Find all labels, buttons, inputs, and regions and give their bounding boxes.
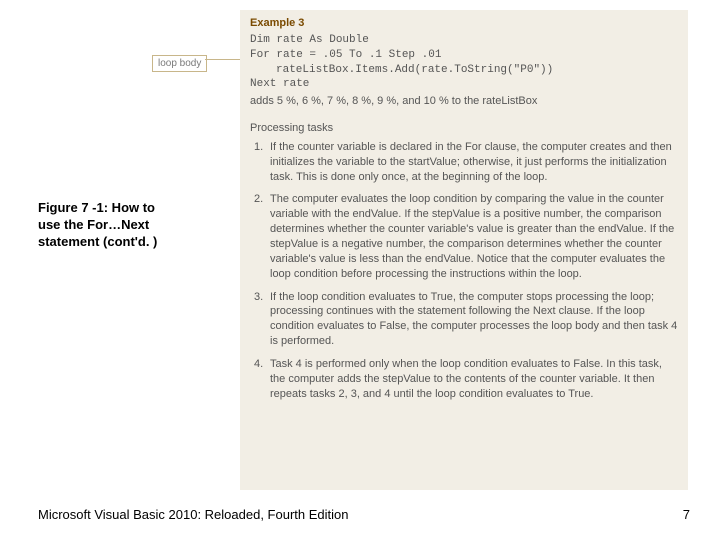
task-number: 1. — [250, 140, 270, 185]
task-row: 1. If the counter variable is declared i… — [250, 140, 678, 185]
task-number: 3. — [250, 290, 270, 349]
task-text: The computer evaluates the loop conditio… — [270, 192, 678, 281]
figure-caption: Figure 7 -1: How to use the For…Next sta… — [38, 200, 178, 251]
task-text: Task 4 is performed only when the loop c… — [270, 357, 678, 402]
processing-title: Processing tasks — [250, 121, 678, 136]
example-panel: Example 3 Dim rate As Double For rate = … — [240, 10, 688, 490]
task-row: 4. Task 4 is performed only when the loo… — [250, 357, 678, 402]
task-text: If the counter variable is declared in t… — [270, 140, 678, 185]
task-number: 4. — [250, 357, 270, 402]
code-line-1: Dim rate As Double — [250, 33, 678, 48]
task-row: 3. If the loop condition evaluates to Tr… — [250, 290, 678, 349]
code-result-text: adds 5 %, 6 %, 7 %, 8 %, 9 %, and 10 % t… — [250, 94, 678, 109]
code-line-2: For rate = .05 To .1 Step .01 — [250, 48, 678, 63]
task-row: 2. The computer evaluates the loop condi… — [250, 192, 678, 281]
footer-text: Microsoft Visual Basic 2010: Reloaded, F… — [38, 507, 348, 522]
task-number: 2. — [250, 192, 270, 281]
page-number: 7 — [683, 507, 690, 522]
loop-body-label: loop body — [152, 55, 207, 72]
task-text: If the loop condition evaluates to True,… — [270, 290, 678, 349]
code-line-4: Next rate — [250, 77, 678, 92]
example-title: Example 3 — [250, 16, 678, 31]
code-line-3: rateListBox.Items.Add(rate.ToString("P0"… — [250, 63, 678, 78]
